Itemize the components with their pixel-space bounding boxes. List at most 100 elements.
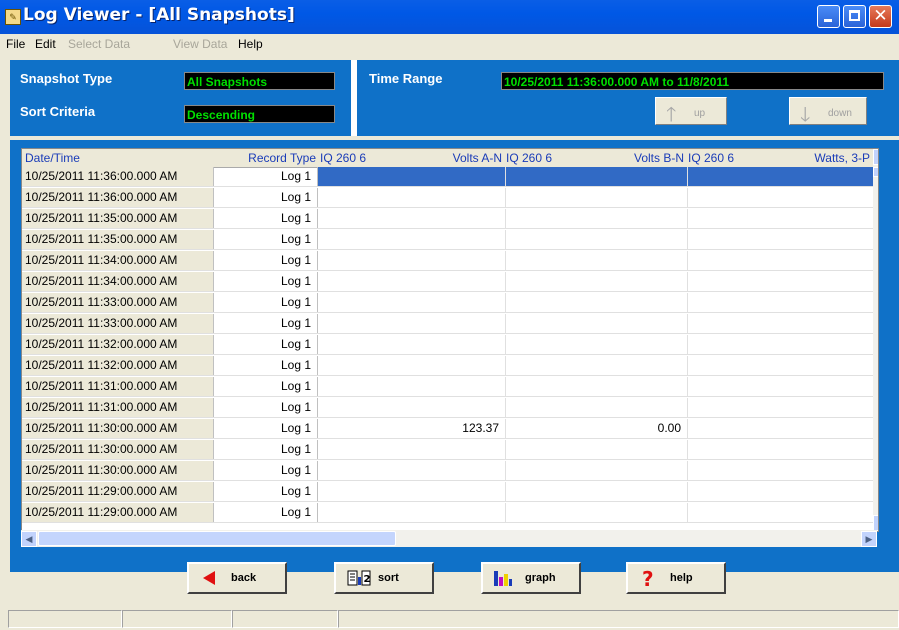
table-row[interactable]: 10/25/2011 11:29:00.000 AM Log 1: [22, 503, 878, 523]
cell-value-col2[interactable]: 0.00: [506, 419, 688, 438]
table-row[interactable]: 10/25/2011 11:33:00.000 AM Log 1: [22, 314, 878, 334]
table-row[interactable]: 10/25/2011 11:31:00.000 AM Log 1: [22, 398, 878, 418]
cell-value-col1[interactable]: [318, 251, 506, 270]
menu-select-data[interactable]: Select Data: [68, 37, 130, 51]
cell-value-col3[interactable]: [688, 188, 874, 207]
snapshot-type-field[interactable]: All Snapshots: [184, 72, 335, 90]
close-button[interactable]: ✕: [869, 5, 892, 28]
cell-value-col1[interactable]: [318, 398, 506, 417]
sort-button[interactable]: 2 sort: [334, 562, 434, 594]
graph-button[interactable]: graph: [481, 562, 581, 594]
cell-value-col2[interactable]: [506, 272, 688, 291]
cell-value-col1[interactable]: [318, 335, 506, 354]
cell-value-col1[interactable]: [318, 272, 506, 291]
cell-value-col2[interactable]: [506, 482, 688, 501]
cell-value-col2[interactable]: [506, 356, 688, 375]
table-row[interactable]: 10/25/2011 11:35:00.000 AM Log 1: [22, 230, 878, 250]
cell-value-col1[interactable]: [318, 356, 506, 375]
time-range-field[interactable]: 10/25/2011 11:36:00.000 AM to 11/8/2011: [501, 72, 884, 90]
col2-header-param[interactable]: Volts B-N: [602, 149, 684, 167]
snapshot-data-grid[interactable]: Date/Time Record Type IQ 260 6 Volts A-N…: [21, 148, 879, 532]
cell-value-col3[interactable]: [688, 440, 874, 459]
col-header-record-type[interactable]: Record Type: [214, 149, 318, 167]
cell-value-col2[interactable]: [506, 188, 688, 207]
table-row[interactable]: 10/25/2011 11:30:00.000 AM Log 1: [22, 440, 878, 460]
table-row[interactable]: 10/25/2011 11:34:00.000 AM Log 1: [22, 251, 878, 271]
table-row[interactable]: 10/25/2011 11:29:00.000 AM Log 1: [22, 482, 878, 502]
table-row[interactable]: 10/25/2011 11:33:00.000 AM Log 1: [22, 293, 878, 313]
cell-value-col1[interactable]: [318, 188, 506, 207]
cell-value-col3[interactable]: [688, 335, 874, 354]
cell-value-col3[interactable]: [688, 251, 874, 270]
table-row[interactable]: 10/25/2011 11:30:00.000 AM Log 1 123.37 0.0…: [22, 419, 878, 439]
horizontal-scroll-thumb[interactable]: [38, 531, 396, 546]
cell-value-col3[interactable]: [688, 503, 874, 522]
table-row[interactable]: 10/25/2011 11:35:00.000 AM Log 1: [22, 209, 878, 229]
menu-help[interactable]: Help: [238, 37, 263, 51]
sort-criteria-field[interactable]: Descending: [184, 105, 335, 123]
cell-value-col3[interactable]: [688, 167, 874, 186]
table-row[interactable]: 10/25/2011 11:30:00.000 AM Log 1: [22, 461, 878, 481]
cell-value-col1[interactable]: 123.37: [318, 419, 506, 438]
cell-value-col3[interactable]: [688, 482, 874, 501]
cell-value-col1[interactable]: [318, 482, 506, 501]
table-row[interactable]: 10/25/2011 11:32:00.000 AM Log 1: [22, 335, 878, 355]
scroll-left-icon[interactable]: ◀: [21, 531, 37, 547]
cell-value-col1[interactable]: [318, 293, 506, 312]
cell-value-col3[interactable]: [688, 230, 874, 249]
minimize-button[interactable]: [817, 5, 840, 28]
cell-value-col1[interactable]: [318, 503, 506, 522]
cell-value-col1[interactable]: [318, 314, 506, 333]
col-header-datetime[interactable]: Date/Time: [25, 149, 215, 167]
maximize-button[interactable]: [843, 5, 866, 28]
vertical-scrollbar[interactable]: ▲ ▼: [873, 149, 878, 531]
cell-value-col3[interactable]: [688, 377, 874, 396]
up-button[interactable]: 🡑 up: [655, 97, 727, 126]
cell-value-col2[interactable]: [506, 398, 688, 417]
scroll-down-icon[interactable]: ▼: [873, 515, 878, 531]
cell-value-col3[interactable]: [688, 209, 874, 228]
scroll-up-icon[interactable]: ▲: [873, 149, 878, 165]
title-bar[interactable]: ✎ Log Viewer - [All Snapshots] ✕: [0, 0, 899, 34]
cell-value-col3[interactable]: [688, 419, 874, 438]
cell-value-col3[interactable]: [688, 398, 874, 417]
cell-value-col1[interactable]: [318, 230, 506, 249]
cell-value-col1[interactable]: [318, 377, 506, 396]
cell-value-col3[interactable]: [688, 356, 874, 375]
cell-value-col2[interactable]: [506, 251, 688, 270]
cell-value-col1[interactable]: [318, 440, 506, 459]
cell-value-col2[interactable]: [506, 293, 688, 312]
col3-header-device[interactable]: IQ 260 6: [688, 149, 768, 167]
cell-value-col2[interactable]: [506, 209, 688, 228]
cell-value-col2[interactable]: [506, 335, 688, 354]
cell-value-col2[interactable]: [506, 314, 688, 333]
cell-value-col2[interactable]: [506, 377, 688, 396]
vertical-scroll-thumb[interactable]: [873, 167, 878, 177]
cell-value-col2[interactable]: [506, 167, 688, 186]
cell-value-col2[interactable]: [506, 230, 688, 249]
cell-value-col1[interactable]: [318, 167, 506, 186]
table-row[interactable]: 10/25/2011 11:36:00.000 AM Log 1: [22, 167, 878, 187]
cell-value-col1[interactable]: [318, 461, 506, 480]
back-button[interactable]: back: [187, 562, 287, 594]
cell-value-col3[interactable]: [688, 461, 874, 480]
col3-header-param[interactable]: Watts, 3-P: [782, 149, 870, 167]
table-row[interactable]: 10/25/2011 11:34:00.000 AM Log 1: [22, 272, 878, 292]
cell-value-col3[interactable]: [688, 293, 874, 312]
down-button[interactable]: 🡓 down: [789, 97, 867, 126]
cell-value-col2[interactable]: [506, 461, 688, 480]
col1-header-param[interactable]: Volts A-N: [420, 149, 502, 167]
horizontal-scrollbar[interactable]: ◀ ▶: [21, 530, 877, 547]
scroll-right-icon[interactable]: ▶: [861, 531, 877, 547]
menu-view-data[interactable]: View Data: [173, 37, 227, 51]
help-button[interactable]: ? help: [626, 562, 726, 594]
cell-value-col1[interactable]: [318, 209, 506, 228]
table-row[interactable]: 10/25/2011 11:31:00.000 AM Log 1: [22, 377, 878, 397]
cell-value-col2[interactable]: [506, 440, 688, 459]
col1-header-device[interactable]: IQ 260 6: [320, 149, 400, 167]
table-row[interactable]: 10/25/2011 11:36:00.000 AM Log 1: [22, 188, 878, 208]
cell-value-col2[interactable]: [506, 503, 688, 522]
cell-value-col3[interactable]: [688, 314, 874, 333]
menu-edit[interactable]: Edit: [35, 37, 56, 51]
col2-header-device[interactable]: IQ 260 6: [506, 149, 586, 167]
